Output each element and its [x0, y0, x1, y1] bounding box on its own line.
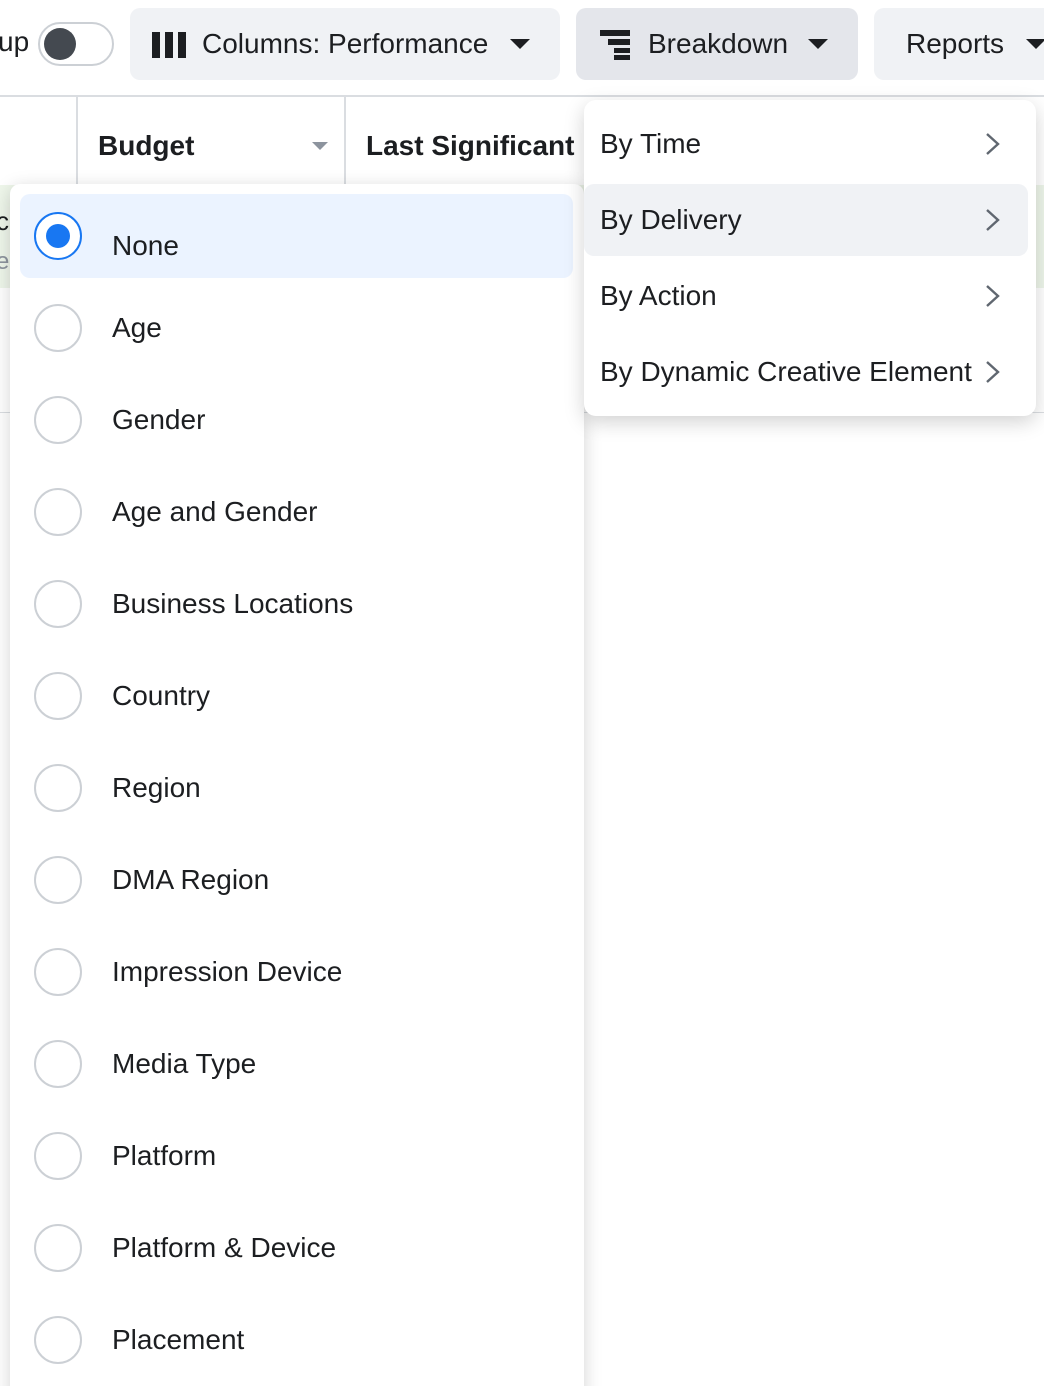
submenu-item-by-delivery[interactable]: By Delivery: [584, 184, 1028, 256]
radio-selected-icon: [34, 212, 82, 260]
radio-option-none[interactable]: None: [20, 194, 573, 278]
radio-option-impression-device[interactable]: Impression Device: [20, 930, 573, 1014]
sort-caret-icon[interactable]: [312, 142, 328, 150]
reports-button[interactable]: Reports: [874, 8, 1044, 80]
radio-option-label: Business Locations: [112, 588, 354, 619]
breakdown-icon: [600, 30, 630, 60]
breakdown-label: Breakdown: [648, 28, 789, 59]
submenu-item-by-action[interactable]: By Action: [584, 260, 1028, 332]
radio-empty-icon: [34, 672, 82, 720]
breakdown-button[interactable]: Breakdown: [576, 8, 858, 80]
submenu-item-by-time[interactable]: By Time: [584, 108, 1028, 180]
chevron-right-icon: [986, 209, 1000, 231]
radio-option-gender[interactable]: Gender: [20, 378, 573, 462]
radio-option-label: Platform & Device: [112, 1232, 337, 1263]
toolbar: up Columns: Performance Breakdown Report…: [0, 0, 1044, 96]
radio-option-platform-and-device[interactable]: Platform & Device: [20, 1206, 573, 1290]
radio-option-platform[interactable]: Platform: [20, 1114, 573, 1198]
radio-empty-icon: [34, 580, 82, 628]
radio-option-label: None: [112, 230, 179, 261]
radio-option-label: DMA Region: [112, 864, 270, 895]
submenu-item-label: By Time: [600, 128, 702, 159]
submenu-item-label: By Action: [600, 280, 717, 311]
radio-empty-icon: [34, 1316, 82, 1364]
radio-dot: [46, 224, 70, 248]
columns-button[interactable]: Columns: Performance: [130, 8, 560, 80]
radio-option-media-type[interactable]: Media Type: [20, 1022, 573, 1106]
caret-down-icon: [808, 39, 828, 49]
radio-empty-icon: [34, 1132, 82, 1180]
radio-option-label: Region: [112, 772, 201, 803]
radio-empty-icon: [34, 1224, 82, 1272]
radio-empty-icon: [34, 764, 82, 812]
radio-empty-icon: [34, 396, 82, 444]
radio-option-label: Platform: [112, 1140, 217, 1171]
radio-option-age[interactable]: Age: [20, 286, 573, 370]
radio-option-business-locations[interactable]: Business Locations: [20, 562, 573, 646]
row-text-fragment: c: [0, 206, 9, 236]
toggle-knob: [44, 28, 76, 60]
submenu-item-by-dynamic-creative-element[interactable]: By Dynamic Creative Element: [584, 336, 1028, 408]
radio-option-age-and-gender[interactable]: Age and Gender: [20, 470, 573, 554]
reports-label: Reports: [906, 28, 1005, 59]
radio-empty-icon: [34, 856, 82, 904]
chevron-right-icon: [986, 285, 1000, 307]
radio-option-label: Placement: [112, 1324, 245, 1355]
radio-empty-icon: [34, 948, 82, 996]
radio-empty-icon: [34, 488, 82, 536]
delivery-options-panel: None Age Gender Age and Gender Business …: [10, 184, 584, 1386]
radio-option-label: Country: [112, 680, 211, 711]
chevron-right-icon: [986, 133, 1000, 155]
columns-label: Columns: Performance: [202, 28, 489, 59]
submenu-item-label: By Dynamic Creative Element: [600, 356, 972, 387]
view-toggle[interactable]: [38, 22, 114, 66]
column-divider[interactable]: [344, 97, 346, 185]
radio-option-dma-region[interactable]: DMA Region: [20, 838, 573, 922]
column-header-last-significant-edit[interactable]: Last Significant E: [366, 130, 601, 162]
submenu-item-label: By Delivery: [600, 204, 742, 235]
column-header-budget[interactable]: Budget: [98, 130, 194, 162]
toggle-label: up: [0, 26, 30, 57]
radio-option-country[interactable]: Country: [20, 654, 573, 738]
radio-option-label: Age: [112, 312, 162, 343]
radio-option-placement[interactable]: Placement: [20, 1298, 573, 1382]
columns-icon: [152, 32, 186, 58]
radio-option-region[interactable]: Region: [20, 746, 573, 830]
ads-manager-view: up Columns: Performance Breakdown Report…: [0, 0, 1044, 1386]
radio-option-label: Gender: [112, 404, 206, 435]
radio-empty-icon: [34, 1040, 82, 1088]
breakdown-submenu: By Time By Delivery By Action By Dynamic…: [584, 100, 1036, 416]
radio-option-label: Age and Gender: [112, 496, 318, 527]
chevron-right-icon: [986, 361, 1000, 383]
row-text-fragment: e: [0, 248, 10, 275]
caret-down-icon: [1026, 39, 1044, 49]
radio-option-label: Impression Device: [112, 956, 343, 987]
column-divider: [76, 97, 78, 185]
caret-down-icon: [510, 39, 530, 49]
radio-empty-icon: [34, 304, 82, 352]
radio-option-label: Media Type: [112, 1048, 257, 1079]
